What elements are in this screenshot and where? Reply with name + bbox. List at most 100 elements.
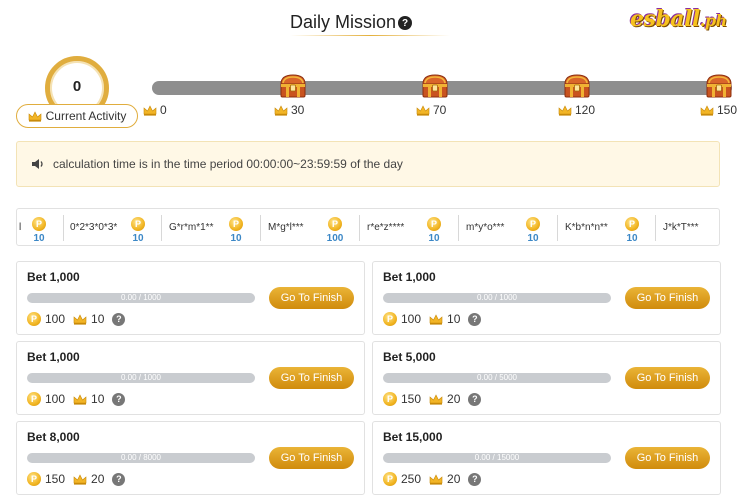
ticker-reward: P 10: [519, 214, 547, 244]
ticker-reward: P 10: [222, 214, 250, 244]
question-circle-icon[interactable]: ?: [112, 472, 126, 486]
mission-progress-text: 0.00 / 1000: [476, 293, 518, 302]
logo-word: esball: [630, 6, 700, 32]
reward-crowns: 10: [91, 312, 105, 326]
ticker-amount: 10: [33, 233, 45, 244]
reward-crowns: 10: [91, 392, 105, 406]
mission-title: Bet 8,000: [27, 430, 80, 444]
mission-card: Bet 1,000 0.00 / 1000 Go To Finish P 100…: [372, 261, 721, 335]
milestone-value: 120: [575, 103, 596, 117]
ticker-item: 0*2*3*0*3*: [70, 209, 122, 245]
crown-icon: [73, 473, 87, 485]
ticker-divider: [655, 215, 656, 241]
mission-card: Bet 5,000 0.00 / 5000 Go To Finish P 150…: [372, 341, 721, 415]
ticker-name: 0*2*3*0*3*: [70, 221, 118, 233]
crown-icon: [143, 104, 157, 116]
mission-progress-bar: 0.00 / 1000: [27, 293, 255, 303]
mission-title: Bet 15,000: [383, 430, 443, 444]
crown-icon: [558, 104, 572, 116]
ticker-divider: [557, 215, 558, 241]
crown-icon: [73, 313, 87, 325]
coin-icon: P: [32, 217, 46, 231]
milestone-value: 150: [717, 103, 738, 117]
milestone-label-70: 70: [416, 103, 446, 117]
go-to-finish-button[interactable]: Go To Finish: [625, 447, 710, 469]
current-activity-label: Current Activity: [45, 109, 127, 123]
go-to-finish-button[interactable]: Go To Finish: [625, 287, 710, 309]
ticker-reward: P 10: [124, 214, 152, 244]
mission-card: Bet 15,000 0.00 / 15000 Go To Finish P 2…: [372, 421, 721, 495]
milestone-value: 0: [160, 103, 167, 117]
go-to-finish-button[interactable]: Go To Finish: [269, 447, 354, 469]
milestone-label-30: 30: [274, 103, 304, 117]
treasure-chest-icon[interactable]: [278, 72, 308, 100]
mission-progress-text: 0.00 / 5000: [476, 373, 518, 382]
coin-icon: P: [427, 217, 441, 231]
brand-logo: esball.ph: [630, 4, 727, 34]
mission-progress-bar: 0.00 / 1000: [383, 293, 611, 303]
milestone-label-150: 150: [700, 103, 737, 117]
question-circle-icon[interactable]: ?: [468, 312, 482, 326]
question-circle-icon[interactable]: ?: [112, 392, 126, 406]
coin-icon: P: [383, 392, 397, 406]
ticker-name: K*b*n*n**: [565, 221, 608, 233]
ticker-amount: 10: [527, 233, 539, 244]
crown-icon: [429, 313, 443, 325]
ticker-amount: 10: [230, 233, 242, 244]
mission-card: Bet 1,000 0.00 / 1000 Go To Finish P 100…: [16, 261, 365, 335]
reward-crowns: 20: [91, 472, 105, 486]
coin-icon: P: [27, 472, 41, 486]
go-to-finish-button[interactable]: Go To Finish: [625, 367, 710, 389]
mission-card: Bet 8,000 0.00 / 8000 Go To Finish P 150…: [16, 421, 365, 495]
mission-progress-bar: 0.00 / 8000: [27, 453, 255, 463]
ticker-item: K*b*n*n**: [565, 209, 617, 245]
mission-progress-bar: 0.00 / 1000: [27, 373, 255, 383]
winner-ticker: l P 10 0*2*3*0*3* P 10 G*r*m*1** P 10 M*…: [16, 208, 720, 246]
coin-icon: P: [131, 217, 145, 231]
crown-icon: [73, 393, 87, 405]
mission-progress-text: 0.00 / 15000: [474, 453, 520, 462]
reward-crowns: 20: [447, 472, 461, 486]
crown-icon: [429, 393, 443, 405]
coin-icon: P: [526, 217, 540, 231]
ticker-divider: [458, 215, 459, 241]
treasure-chest-icon[interactable]: [562, 72, 592, 100]
reward-coins: 100: [401, 312, 422, 326]
ticker-reward: P 10: [618, 214, 646, 244]
treasure-chest-icon[interactable]: [704, 72, 734, 100]
reward-coins: 150: [45, 472, 66, 486]
reward-coins: 150: [401, 392, 422, 406]
notice-bar: calculation time is in the time period 0…: [16, 141, 720, 187]
reward-crowns: 20: [447, 392, 461, 406]
question-circle-icon[interactable]: ?: [468, 472, 482, 486]
question-circle-icon[interactable]: ?: [112, 312, 126, 326]
mission-progress-text: 0.00 / 1000: [120, 293, 162, 302]
go-to-finish-button[interactable]: Go To Finish: [269, 287, 354, 309]
ticker-name: G*r*m*1**: [169, 221, 214, 233]
milestone-value: 70: [433, 103, 447, 117]
coin-icon: P: [27, 392, 41, 406]
milestone-label-0: 0: [143, 103, 167, 117]
question-circle-icon[interactable]: ?: [398, 16, 413, 30]
logo-suffix: .ph: [699, 11, 727, 30]
mission-progress-bar: 0.00 / 5000: [383, 373, 611, 383]
ticker-amount: 10: [428, 233, 440, 244]
ticker-name: r*e*z****: [367, 221, 405, 233]
mission-rewards: P 250 20 ?: [383, 472, 482, 486]
crown-icon: [700, 104, 714, 116]
ticker-divider: [359, 215, 360, 241]
ticker-divider: [63, 215, 64, 241]
coin-icon: P: [625, 217, 639, 231]
mission-rewards: P 100 10 ?: [27, 312, 126, 326]
question-circle-icon[interactable]: ?: [468, 392, 482, 406]
treasure-chest-icon[interactable]: [420, 72, 450, 100]
mission-rewards: P 100 10 ?: [383, 312, 482, 326]
reward-crowns: 10: [447, 312, 461, 326]
crown-icon: [429, 473, 443, 485]
ticker-name: J*k*T***: [663, 221, 699, 233]
ticker-item: G*r*m*1**: [169, 209, 221, 245]
mission-rewards: P 150 20 ?: [27, 472, 126, 486]
reward-coins: 100: [45, 392, 66, 406]
activity-value: 0: [72, 78, 82, 95]
go-to-finish-button[interactable]: Go To Finish: [269, 367, 354, 389]
